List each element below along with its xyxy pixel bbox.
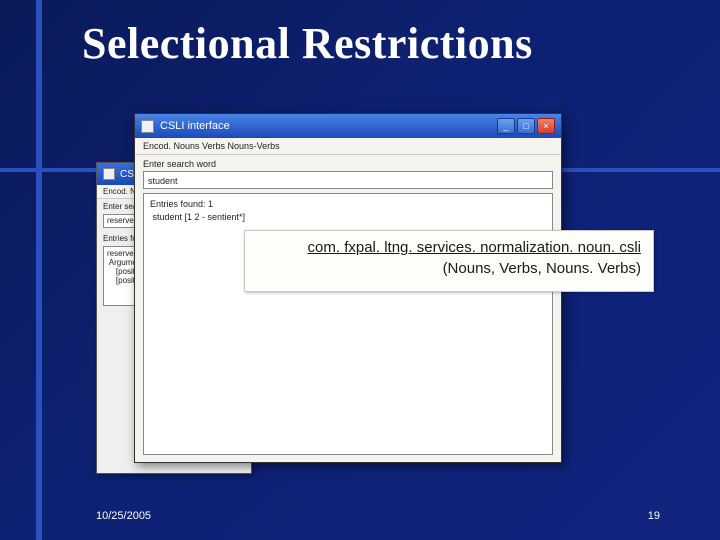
window-controls: _ □ × [497, 118, 555, 134]
menu-bar-front[interactable]: Encod. Nouns Verbs Nouns-Verbs [135, 138, 561, 155]
callout-line2: (Nouns, Verbs, Nouns. Verbs) [257, 260, 641, 277]
close-button[interactable]: × [537, 118, 555, 134]
callout-line1: com. fxpal. ltng. services. normalizatio… [257, 239, 641, 256]
minimize-button[interactable]: _ [497, 118, 515, 134]
titlebar-text: CSLI interface [160, 120, 497, 132]
footer-date: 10/25/2005 [96, 510, 151, 522]
accent-vertical [36, 0, 42, 540]
search-input-front[interactable]: student [143, 171, 553, 189]
app-icon [141, 120, 154, 133]
titlebar-front[interactable]: CSLI interface _ □ × [135, 114, 561, 138]
maximize-button[interactable]: □ [517, 118, 535, 134]
footer-page-number: 19 [648, 510, 660, 522]
app-icon [103, 168, 115, 180]
slide-title: Selectional Restrictions [82, 18, 533, 69]
callout-label: com. fxpal. ltng. services. normalizatio… [244, 230, 654, 292]
search-label-front: Enter search word [135, 155, 561, 171]
slide: Selectional Restrictions CSLI in Encod. … [0, 0, 720, 540]
